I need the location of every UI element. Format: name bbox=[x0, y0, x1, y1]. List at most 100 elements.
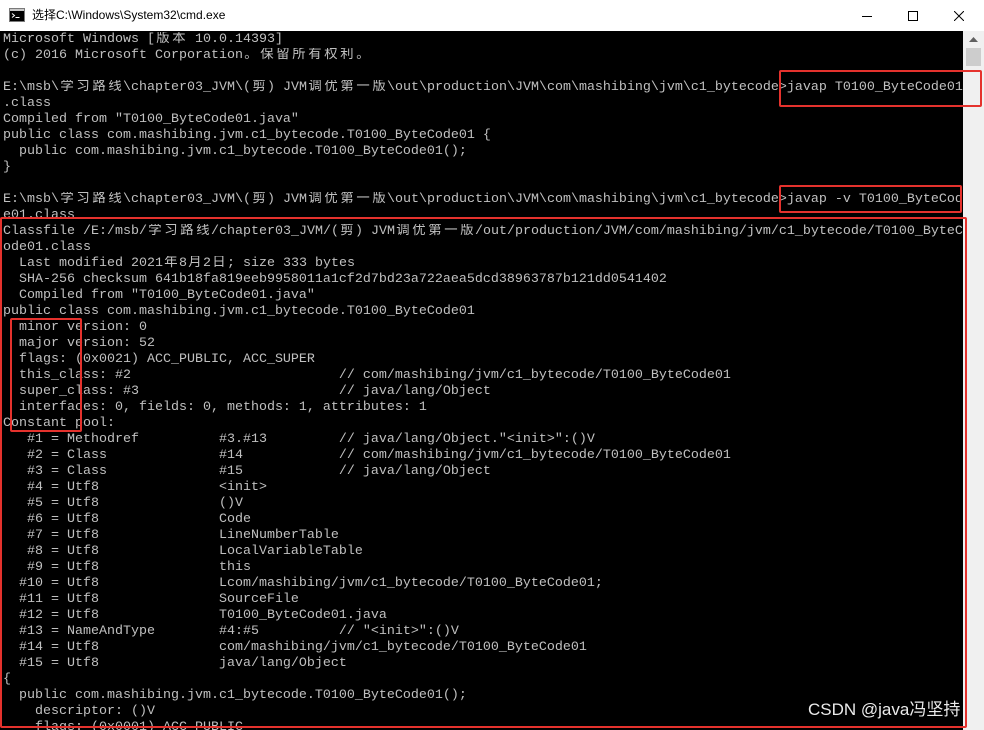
console-output-line: this_class: #2 // com/mashibing/jvm/c1_b… bbox=[3, 368, 731, 383]
console-output-line: Classfile /E:/msb/学习路线/chapter03_JVM/(剪)… bbox=[3, 224, 963, 239]
wide-glyph: 学 bbox=[148, 224, 162, 239]
wide-glyph: 年 bbox=[164, 256, 178, 271]
console-output-line: #8 = Utf8 LocalVariableTable bbox=[3, 544, 363, 559]
console-output-line: minor version: 0 bbox=[3, 320, 147, 335]
wide-glyph: 第 bbox=[340, 80, 354, 95]
console-output-line: #4 = Utf8 <init> bbox=[3, 480, 267, 495]
console-output-line: major version: 52 bbox=[3, 336, 155, 351]
chevron-up-icon bbox=[969, 37, 978, 42]
wide-glyph: 保 bbox=[260, 48, 274, 63]
console-output-line: public class com.mashibing.jvm.c1_byteco… bbox=[3, 128, 491, 143]
console-output-line: interfaces: 0, fields: 0, methods: 1, at… bbox=[3, 400, 427, 415]
console-output-line: #2 = Class #14 // com/mashibing/jvm/c1_b… bbox=[3, 448, 731, 463]
wide-glyph: 一 bbox=[444, 224, 458, 239]
wide-glyph: 版 bbox=[372, 80, 386, 95]
wide-glyph: 剪 bbox=[340, 224, 354, 239]
wide-glyph: 优 bbox=[412, 224, 426, 239]
wide-glyph: 第 bbox=[340, 192, 354, 207]
wide-glyph: 版 bbox=[156, 32, 170, 47]
command-prompt-line: .class bbox=[3, 96, 51, 111]
close-button[interactable] bbox=[936, 0, 982, 31]
console-output-line: #1 = Methodref #3.#13 // java/lang/Objec… bbox=[3, 432, 595, 447]
wide-glyph: 利 bbox=[340, 48, 354, 63]
console-output[interactable]: Microsoft Windows [版本 10.0.14393] (c) 20… bbox=[0, 31, 963, 730]
console-output-line: #5 = Utf8 ()V bbox=[3, 496, 243, 511]
watermark: CSDN @java冯坚持 bbox=[808, 700, 961, 719]
wide-glyph: 版 bbox=[460, 224, 474, 239]
wide-glyph: 剪 bbox=[252, 80, 266, 95]
console-output-line: public class com.mashibing.jvm.c1_byteco… bbox=[3, 304, 475, 319]
console-output-line: #9 = Utf8 this bbox=[3, 560, 251, 575]
console-output-line: #13 = NameAndType #4:#5 // "<init>":()V bbox=[3, 624, 459, 639]
console-output-line: super_class: #3 // java/lang/Object bbox=[3, 384, 491, 399]
console-output-line: #7 = Utf8 LineNumberTable bbox=[3, 528, 339, 543]
wide-glyph: 路 bbox=[180, 224, 194, 239]
console-output-line: Last modified 2021年8月2日; size 333 bytes bbox=[3, 256, 355, 271]
window-title: 选择C:\Windows\System32\cmd.exe bbox=[32, 8, 226, 22]
console-output-line: } bbox=[3, 160, 11, 175]
cmd-icon[interactable] bbox=[9, 7, 25, 23]
wide-glyph: 。 bbox=[244, 48, 258, 63]
console-output-line: #12 = Utf8 T0100_ByteCode01.java bbox=[3, 608, 387, 623]
console-output-line: Constant pool: bbox=[3, 416, 115, 431]
console-output-line: flags: (0x0021) ACC_PUBLIC, ACC_SUPER bbox=[3, 352, 315, 367]
maximize-button[interactable] bbox=[890, 0, 936, 31]
wide-glyph: 权 bbox=[324, 48, 338, 63]
wide-glyph: 调 bbox=[308, 80, 322, 95]
wide-glyph: 路 bbox=[92, 80, 106, 95]
maximize-icon bbox=[908, 10, 918, 21]
console-banner-line: (c) 2016 Microsoft Corporation。保留所有权利。 bbox=[3, 48, 370, 63]
console-output-line: { bbox=[3, 672, 11, 687]
wide-glyph: 有 bbox=[308, 48, 322, 63]
minimize-icon bbox=[862, 11, 872, 21]
wide-glyph: 。 bbox=[356, 48, 370, 63]
console-output-line: Compiled from "T0100_ByteCode01.java" bbox=[3, 112, 299, 127]
close-icon bbox=[954, 10, 964, 21]
wide-glyph: 优 bbox=[324, 192, 338, 207]
wide-glyph: 月 bbox=[188, 256, 202, 271]
wide-glyph: 线 bbox=[108, 80, 122, 95]
console-output-line: flags: (0x0001) ACC_PUBLIC bbox=[3, 720, 243, 730]
wide-glyph: 路 bbox=[92, 192, 106, 207]
wide-glyph: 本 bbox=[172, 32, 186, 47]
console-output-line: Compiled from "T0100_ByteCode01.java" bbox=[3, 288, 315, 303]
console-output-line: #11 = Utf8 SourceFile bbox=[3, 592, 299, 607]
wide-glyph: 调 bbox=[396, 224, 410, 239]
wide-glyph: 留 bbox=[276, 48, 290, 63]
vertical-scrollbar[interactable] bbox=[963, 31, 984, 730]
wide-glyph: 一 bbox=[356, 192, 370, 207]
wide-glyph: 日 bbox=[212, 256, 226, 271]
wide-glyph: 优 bbox=[324, 80, 338, 95]
wide-glyph: 学 bbox=[60, 80, 74, 95]
command-prompt-line: E:\msb\学习路线\chapter03_JVM\(剪) JVM调优第一版\o… bbox=[3, 80, 963, 95]
wide-glyph: 线 bbox=[196, 224, 210, 239]
console-output-line: #3 = Class #15 // java/lang/Object bbox=[3, 464, 491, 479]
wide-glyph: 第 bbox=[428, 224, 442, 239]
wide-glyph: 习 bbox=[164, 224, 178, 239]
wide-glyph: 习 bbox=[76, 80, 90, 95]
wide-glyph: 剪 bbox=[252, 192, 266, 207]
console-output-line: ode01.class bbox=[3, 240, 91, 255]
wide-glyph: 一 bbox=[356, 80, 370, 95]
console-output-line: SHA-256 checksum 641b18fa819eeb9958011a1… bbox=[3, 272, 667, 287]
cmd-window: 选择C:\Windows\System32\cmd.exe Microsoft … bbox=[0, 0, 984, 730]
console-output-line: #10 = Utf8 Lcom/mashibing/jvm/c1_bytecod… bbox=[3, 576, 603, 591]
wide-glyph: 习 bbox=[76, 192, 90, 207]
wide-glyph: 学 bbox=[60, 192, 74, 207]
wide-glyph: 线 bbox=[108, 192, 122, 207]
command-prompt-line: e01.class bbox=[3, 208, 75, 223]
console-output-line: #6 = Utf8 Code bbox=[3, 512, 251, 527]
wide-glyph: 调 bbox=[308, 192, 322, 207]
console-output-line: #14 = Utf8 com/mashibing/jvm/c1_bytecode… bbox=[3, 640, 587, 655]
scrollbar-thumb[interactable] bbox=[966, 48, 981, 66]
console-output-line: #15 = Utf8 java/lang/Object bbox=[3, 656, 347, 671]
wide-glyph: 版 bbox=[372, 192, 386, 207]
minimize-button[interactable] bbox=[844, 0, 890, 31]
title-bar[interactable]: 选择C:\Windows\System32\cmd.exe bbox=[0, 0, 984, 31]
scroll-up-button[interactable] bbox=[963, 31, 984, 48]
console-banner-line: Microsoft Windows [版本 10.0.14393] bbox=[3, 32, 283, 47]
wide-glyph: 所 bbox=[292, 48, 306, 63]
console-output-line: public com.mashibing.jvm.c1_bytecode.T01… bbox=[3, 144, 467, 159]
